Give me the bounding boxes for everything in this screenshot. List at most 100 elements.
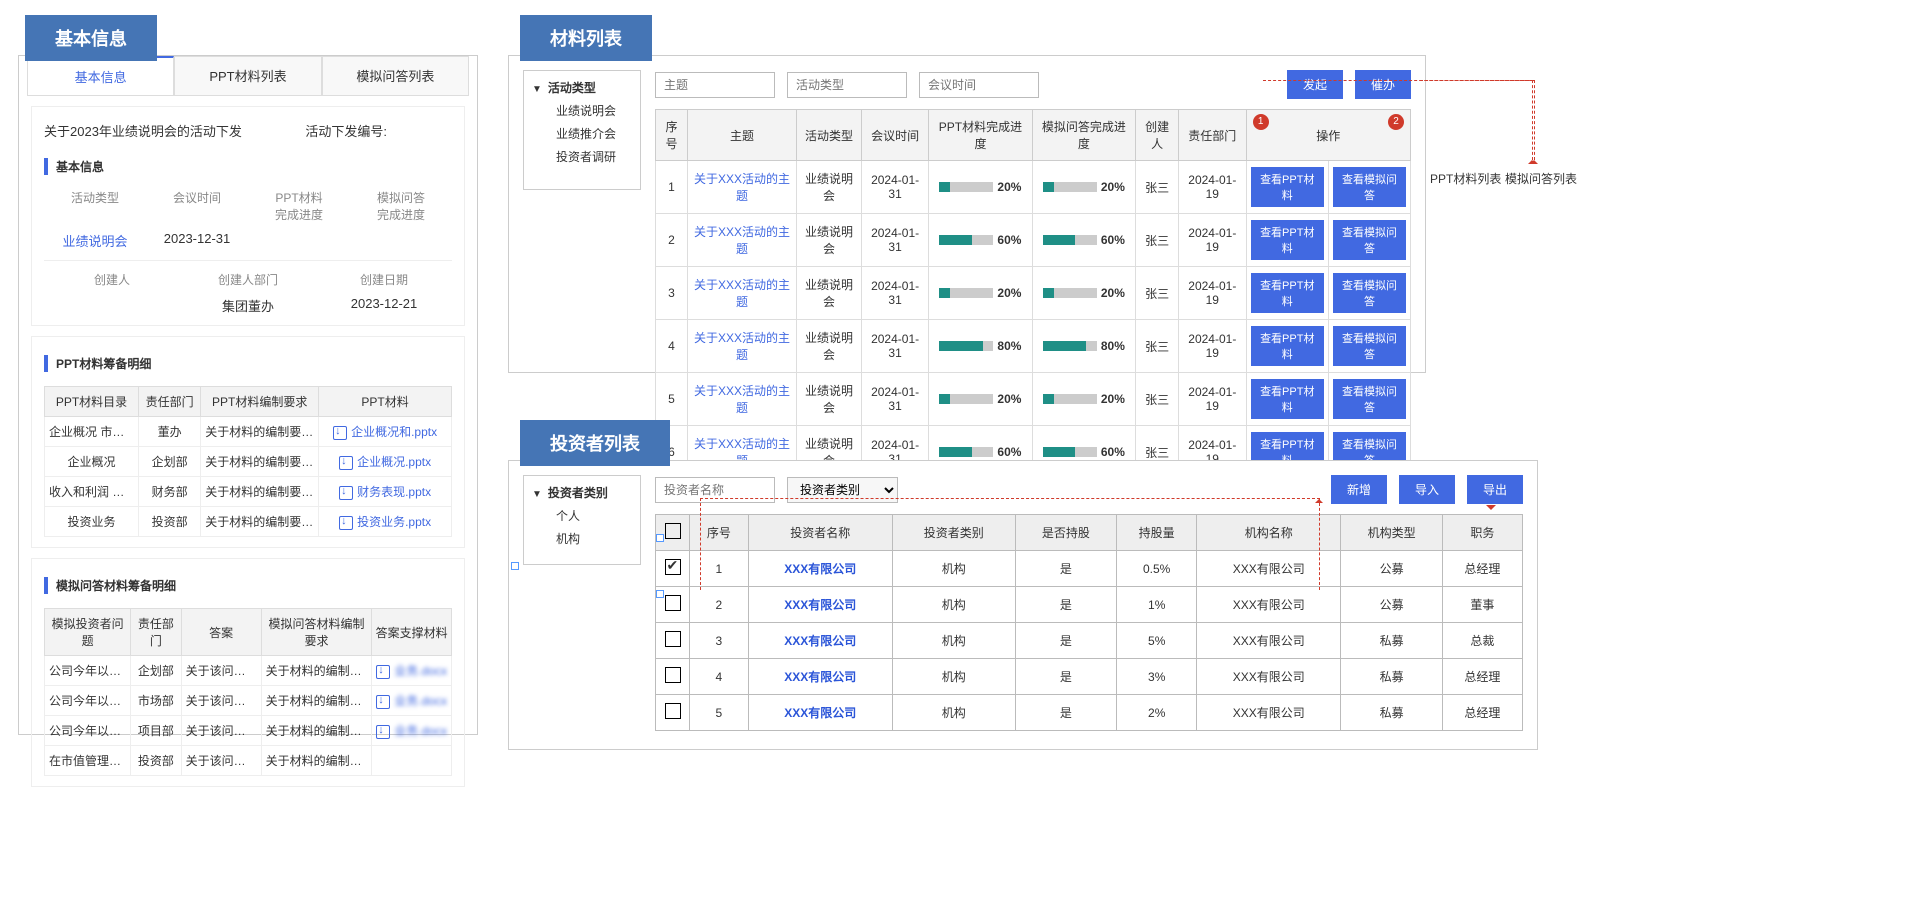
cell-idx: 4 <box>656 320 688 373</box>
download-icon[interactable] <box>339 516 353 530</box>
view-qa-button[interactable]: 查看模拟问答 <box>1333 273 1406 313</box>
cell-dir: 收入和利润 盈利能力 房建业务 <box>45 477 139 507</box>
cell-otype: 公募 <box>1341 551 1442 587</box>
tree-leaf[interactable]: 业绩推介会 <box>532 119 632 142</box>
checkbox-all[interactable] <box>665 523 681 539</box>
table-row: 公司今年以来基建...市场部关于该问题的...关于材料的编制要求...业务.do… <box>45 686 452 716</box>
cell-topic[interactable]: 关于XXX活动的主题 <box>687 320 796 373</box>
add-button[interactable]: 新增 <box>1331 475 1387 504</box>
cell-req: 关于材料的编制要求... <box>261 686 372 716</box>
import-button[interactable]: 导入 <box>1399 475 1455 504</box>
cell-p1: 20% <box>929 161 1032 214</box>
cell-file[interactable]: 业务.docx <box>372 686 452 716</box>
cell-action-qa[interactable]: 查看模拟问答 <box>1328 161 1410 214</box>
cell-ans: 关于该问题的... <box>181 656 261 686</box>
tab-qa[interactable]: 模拟问答列表 <box>322 56 469 95</box>
col-header: 责任部门 <box>131 609 181 656</box>
tree-leaf[interactable]: 机构 <box>532 524 632 547</box>
cell-file[interactable]: 财务表现.pptx <box>319 477 452 507</box>
cell-file[interactable]: 企业概况和.pptx <box>319 417 452 447</box>
val-type[interactable]: 业绩说明会 <box>44 227 146 250</box>
lab-dept: 创建人部门 <box>180 271 316 288</box>
col-header: 机构类型 <box>1341 515 1442 551</box>
tab-basic[interactable]: 基本信息 <box>27 56 174 95</box>
cell-file[interactable] <box>372 746 452 776</box>
ppt-detail-card: PPT材料筹备明细 PPT材料目录责任部门PPT材料编制要求PPT材料 企业概况… <box>31 336 465 548</box>
cell-file[interactable]: 企业概况.pptx <box>319 447 452 477</box>
tree-leaf[interactable]: 业绩说明会 <box>532 96 632 119</box>
tree-leaf[interactable]: 投资者调研 <box>532 142 632 165</box>
cell-file[interactable]: 业务.docx <box>372 656 452 686</box>
tree-activity-type[interactable]: 活动类型 <box>532 79 632 96</box>
cell-chk[interactable] <box>656 551 690 587</box>
tab-ppt[interactable]: PPT材料列表 <box>174 56 321 95</box>
download-icon[interactable] <box>333 426 347 440</box>
view-qa-button[interactable]: 查看模拟问答 <box>1333 167 1406 207</box>
cell-action-ppt[interactable]: 查看PPT材料 <box>1246 373 1328 426</box>
view-ppt-button[interactable]: 查看PPT材料 <box>1251 220 1324 260</box>
cell-name[interactable]: XXX有限公司 <box>748 659 892 695</box>
cell-chk[interactable] <box>656 623 690 659</box>
cell-action-qa[interactable]: 查看模拟问答 <box>1328 373 1410 426</box>
tree-leaf[interactable]: 个人 <box>532 501 632 524</box>
filter-time[interactable] <box>919 72 1039 98</box>
cell-name[interactable]: XXX有限公司 <box>748 695 892 731</box>
cell-action-qa[interactable]: 查看模拟问答 <box>1328 214 1410 267</box>
cell-name[interactable]: XXX有限公司 <box>748 587 892 623</box>
download-icon[interactable] <box>376 725 390 739</box>
basic-info-panel: 基本信息 PPT材料列表 模拟问答列表 关于2023年业绩说明会的活动下发 活动… <box>18 55 478 735</box>
download-icon[interactable] <box>376 665 390 679</box>
cell-topic[interactable]: 关于XXX活动的主题 <box>687 214 796 267</box>
cell-time: 2024-01-31 <box>861 267 929 320</box>
cell-p2: 20% <box>1032 373 1136 426</box>
cell-chk[interactable] <box>656 659 690 695</box>
cell-file[interactable]: 投资业务.pptx <box>319 507 452 537</box>
cell-action-qa[interactable]: 查看模拟问答 <box>1328 267 1410 320</box>
view-qa-button[interactable]: 查看模拟问答 <box>1333 379 1406 419</box>
cell-role: 总经理 <box>1442 659 1522 695</box>
download-icon[interactable] <box>339 486 353 500</box>
view-qa-button[interactable]: 查看模拟问答 <box>1333 220 1406 260</box>
cell-topic[interactable]: 关于XXX活动的主题 <box>687 373 796 426</box>
col-header: PPT材料 <box>319 387 452 417</box>
filter-type[interactable] <box>787 72 907 98</box>
cell-p1: 20% <box>929 373 1032 426</box>
col-checkbox[interactable] <box>656 515 690 551</box>
cell-action-ppt[interactable]: 查看PPT材料 <box>1246 214 1328 267</box>
cell-cat: 机构 <box>892 695 1015 731</box>
download-icon[interactable] <box>376 695 390 709</box>
cell-topic[interactable]: 关于XXX活动的主题 <box>687 267 796 320</box>
filter-topic[interactable] <box>655 72 775 98</box>
table-row: 3XXX有限公司机构是5%XXX有限公司私募总裁 <box>656 623 1523 659</box>
view-ppt-button[interactable]: 查看PPT材料 <box>1251 167 1324 207</box>
materials-title: 材料列表 <box>520 15 652 61</box>
cell-chk[interactable] <box>656 695 690 731</box>
row-checkbox[interactable] <box>665 667 681 683</box>
cell-name[interactable]: XXX有限公司 <box>748 623 892 659</box>
download-icon[interactable] <box>339 456 353 470</box>
cell-dir: 投资业务 <box>45 507 139 537</box>
row-checkbox[interactable] <box>665 559 681 575</box>
export-button[interactable]: 导出 <box>1467 475 1523 504</box>
lab-type: 活动类型 <box>44 189 146 223</box>
view-ppt-button[interactable]: 查看PPT材料 <box>1251 326 1324 366</box>
cell-action-ppt[interactable]: 查看PPT材料 <box>1246 267 1328 320</box>
tree-investor-cat[interactable]: 投资者类别 <box>532 484 632 501</box>
cell-topic[interactable]: 关于XXX活动的主题 <box>687 161 796 214</box>
row-checkbox[interactable] <box>665 703 681 719</box>
cell-dept: 董办 <box>138 417 200 447</box>
view-qa-button[interactable]: 查看模拟问答 <box>1333 326 1406 366</box>
cell-file[interactable]: 业务.docx <box>372 716 452 746</box>
view-ppt-button[interactable]: 查看PPT材料 <box>1251 273 1324 313</box>
cell-dept: 项目部 <box>131 716 181 746</box>
cell-action-ppt[interactable]: 查看PPT材料 <box>1246 161 1328 214</box>
row-checkbox[interactable] <box>665 631 681 647</box>
cell-date: 2024-01-19 <box>1179 214 1247 267</box>
row-checkbox[interactable] <box>665 595 681 611</box>
cell-action-qa[interactable]: 查看模拟问答 <box>1328 320 1410 373</box>
cell-otype: 公募 <box>1341 587 1442 623</box>
cell-time: 2024-01-31 <box>861 161 929 214</box>
cell-hold: 是 <box>1015 695 1116 731</box>
view-ppt-button[interactable]: 查看PPT材料 <box>1251 379 1324 419</box>
cell-action-ppt[interactable]: 查看PPT材料 <box>1246 320 1328 373</box>
